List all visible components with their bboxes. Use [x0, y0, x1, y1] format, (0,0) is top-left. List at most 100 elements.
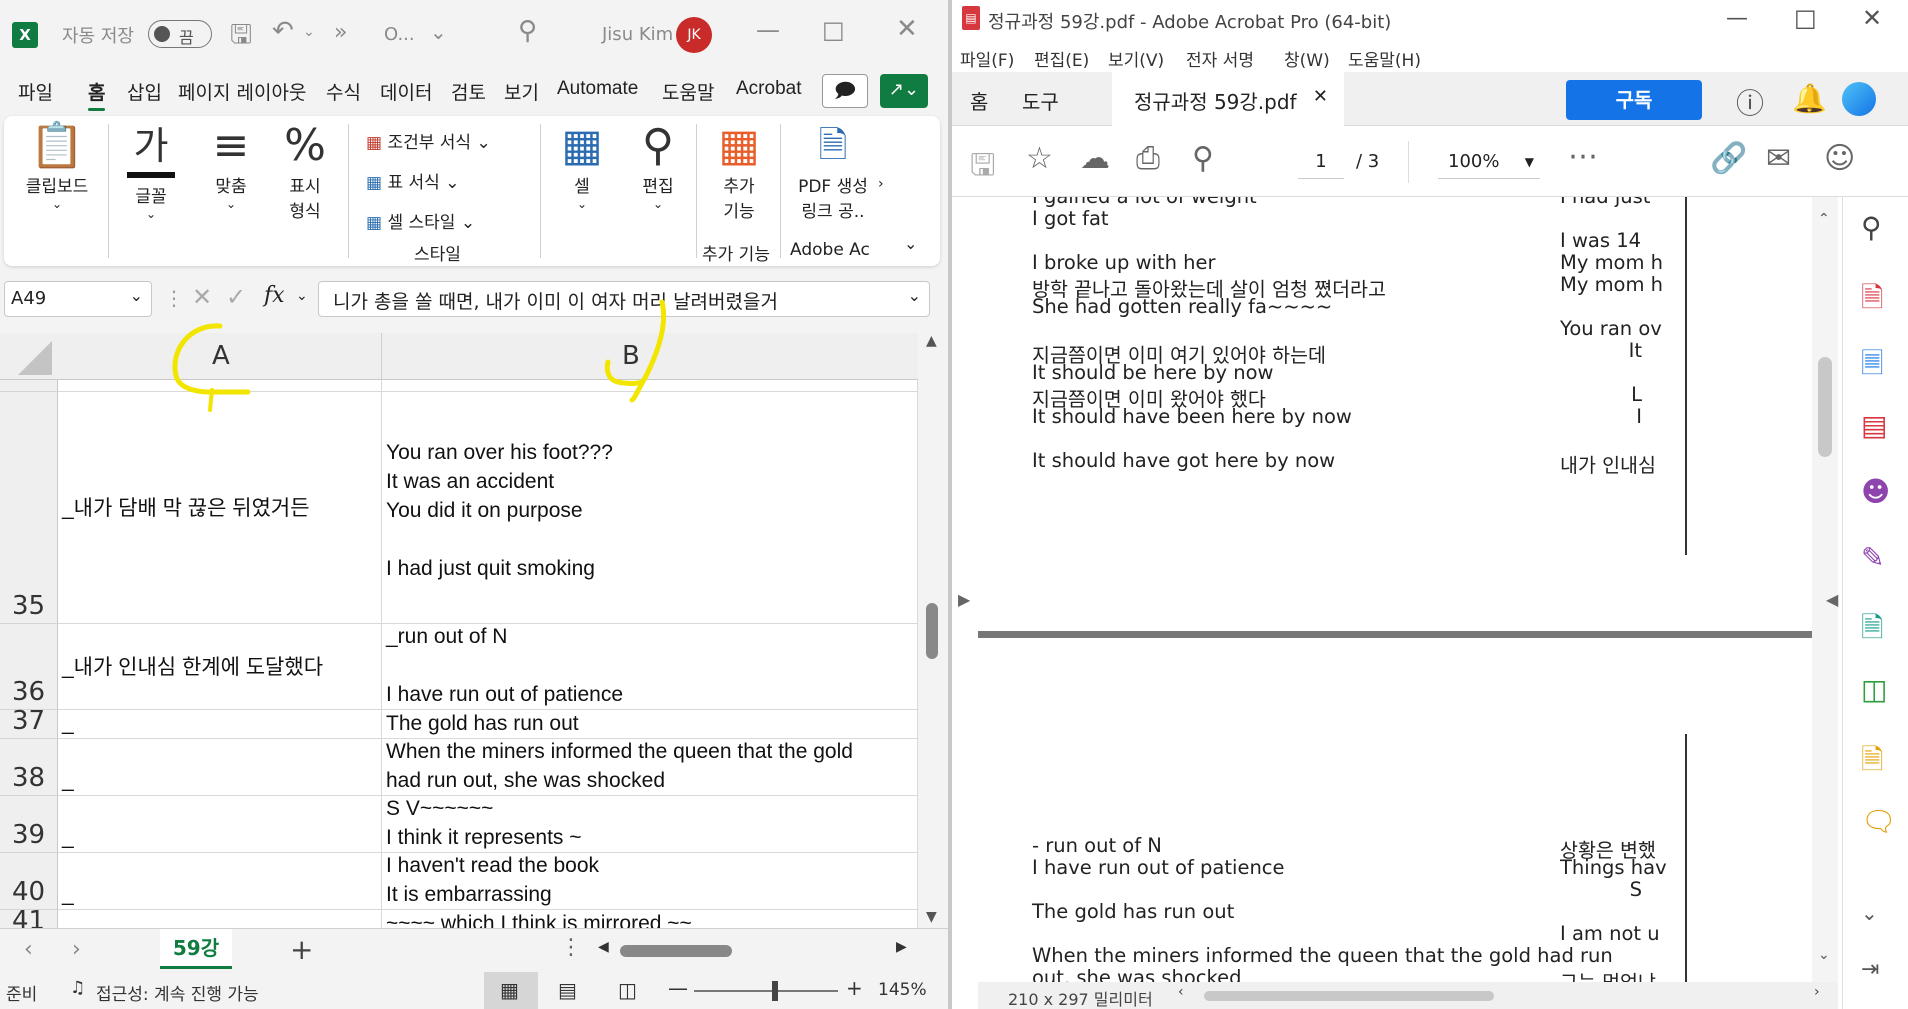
scroll-up-icon[interactable]: ▲: [926, 333, 937, 349]
prev-sheet-icon[interactable]: ‹: [24, 937, 33, 962]
save-icon[interactable]: 🖫: [970, 143, 996, 194]
tab-page-layout[interactable]: 페이지 레이아웃: [178, 78, 318, 105]
ribbon-expand-icon[interactable]: ⌄: [904, 234, 917, 253]
search-icon[interactable]: ⚲: [518, 16, 537, 46]
subscribe-button[interactable]: 구독: [1566, 80, 1702, 120]
scroll-up-icon[interactable]: ⌃: [1818, 211, 1830, 227]
avatar[interactable]: JK: [676, 17, 712, 53]
cell-a[interactable]: _내가 담배 막 끊은 뒤였거든: [58, 392, 382, 624]
tab-review[interactable]: 검토: [451, 78, 486, 105]
maximize-icon[interactable]: □: [1794, 4, 1817, 32]
name-box[interactable]: A49 ⌄: [4, 281, 152, 317]
zoom-slider[interactable]: [694, 990, 838, 992]
create-pdf-button[interactable]: 🗎 PDF 생성 링크 공..: [790, 120, 876, 222]
edit-pdf-icon[interactable]: 🗎: [1861, 739, 1884, 787]
select-all-corner[interactable]: [0, 333, 58, 380]
row-header[interactable]: 39: [0, 796, 58, 853]
row-header[interactable]: 41: [0, 906, 58, 928]
tab-help[interactable]: 도움말: [662, 78, 714, 105]
scroll-down-icon[interactable]: ▼: [926, 909, 937, 925]
row-header[interactable]: [0, 380, 58, 392]
tab-tools[interactable]: 도구: [1022, 86, 1059, 115]
menu-file[interactable]: 파일(F): [960, 46, 1014, 71]
close-tab-icon[interactable]: ✕: [1313, 86, 1328, 107]
zoom-level[interactable]: 145%: [878, 980, 927, 1000]
horizontal-scrollbar-thumb[interactable]: [620, 945, 732, 957]
horizontal-scrollbar-thumb[interactable]: [1204, 991, 1494, 1001]
request-signature-icon[interactable]: ☻: [1861, 475, 1890, 508]
tab-insert[interactable]: 삽입: [127, 78, 162, 105]
close-icon[interactable]: ✕: [1862, 4, 1882, 32]
minimize-icon[interactable]: —: [1726, 6, 1748, 31]
left-panel-toggle-icon[interactable]: ▶: [958, 590, 970, 609]
cell-b[interactable]: ~~~~ which I think is mirrored ~~: [382, 910, 918, 928]
cell-b[interactable]: The gold has run out: [382, 710, 918, 739]
tab-acrobat[interactable]: Acrobat: [736, 78, 801, 100]
compress-pdf-icon[interactable]: ◫: [1861, 673, 1887, 706]
minimize-icon[interactable]: —: [756, 16, 780, 44]
zoom-in-icon[interactable]: +: [846, 976, 863, 1000]
cell-b[interactable]: When the miners informed the queen that …: [382, 739, 918, 796]
ribbon-scroll-right-icon[interactable]: ›: [878, 176, 884, 192]
tab-view[interactable]: 보기: [504, 78, 539, 105]
clipboard-button[interactable]: 📋 클립보드 ⌄: [14, 120, 100, 211]
addins-button[interactable]: ▦ 추가 기능: [704, 120, 774, 222]
tab-formulas[interactable]: 수식: [326, 78, 361, 105]
row-header[interactable]: 37: [0, 706, 58, 739]
tab-home[interactable]: 홈: [970, 86, 988, 115]
share-link-icon[interactable]: 🔗: [1710, 141, 1747, 176]
page-layout-view-icon[interactable]: ▤: [558, 978, 577, 1002]
scrollbar-thumb[interactable]: [926, 603, 938, 659]
row-header[interactable]: 36: [0, 624, 58, 710]
table-format-button[interactable]: ▦ 표 서식 ⌄: [366, 168, 459, 193]
cell-b[interactable]: I haven't read the book It is embarrassin…: [382, 853, 918, 910]
align-button[interactable]: ≡ 맞춤 ⌄: [196, 120, 266, 211]
tab-data[interactable]: 데이터: [380, 78, 432, 105]
cells-button[interactable]: ▦ 셀 ⌄: [550, 120, 614, 211]
zoom-out-magnifier-icon[interactable]: ⚲: [1192, 141, 1214, 176]
create-pdf-icon[interactable]: 🗎: [1861, 277, 1884, 325]
font-button[interactable]: 가 글꼴 ⌄: [116, 120, 186, 221]
scroll-down-icon[interactable]: ⌄: [1818, 947, 1830, 963]
export-pdf-icon[interactable]: 🗎: [1861, 607, 1884, 655]
formula-expand-icon[interactable]: ⌄: [907, 286, 921, 305]
menu-view[interactable]: 보기(V): [1108, 46, 1164, 71]
document-name[interactable]: O...: [384, 24, 415, 45]
scroll-right-icon[interactable]: ▶: [896, 939, 907, 955]
cell-b[interactable]: S V~~~~~~ I think it represents ~: [382, 796, 918, 853]
cell-b[interactable]: _run out of N I have run out of patience: [382, 624, 918, 710]
cancel-icon[interactable]: ✕: [192, 283, 212, 311]
status-accessibility[interactable]: 접근성: 계속 진행 가능: [96, 980, 259, 1005]
menu-window[interactable]: 창(W): [1284, 46, 1330, 71]
confirm-icon[interactable]: ✓: [226, 283, 246, 311]
cell-style-button[interactable]: ▦ 셀 스타일 ⌄: [366, 208, 475, 233]
scroll-left-icon[interactable]: ‹: [1178, 984, 1184, 1000]
avatar[interactable]: [1842, 82, 1876, 116]
chevron-down-icon[interactable]: ⌄: [296, 288, 308, 304]
page-break-view-icon[interactable]: ◫: [618, 978, 637, 1002]
cell-a[interactable]: _: [58, 710, 382, 739]
menu-sign[interactable]: 전자 서명: [1186, 46, 1254, 71]
vertical-scrollbar[interactable]: ▲ ▼: [918, 333, 948, 928]
share-button[interactable]: ↗⌄: [880, 74, 928, 108]
conditional-format-button[interactable]: ▦ 조건부 서식 ⌄: [366, 128, 491, 153]
row-header[interactable]: 38: [0, 739, 58, 796]
more-commands-icon[interactable]: »: [334, 20, 347, 45]
comment-icon[interactable]: 🗨: [1861, 805, 1897, 838]
zoom-slider-handle[interactable]: [772, 981, 778, 1001]
undo-icon[interactable]: ↶: [272, 16, 294, 46]
collapse-panel-icon[interactable]: ⇥: [1861, 957, 1879, 982]
chevron-down-icon[interactable]: ⌄: [1861, 901, 1878, 925]
tab-split-icon[interactable]: ⋮: [560, 935, 582, 960]
fill-sign-icon[interactable]: ✎: [1861, 541, 1884, 574]
add-user-icon[interactable]: ☺: [1824, 141, 1855, 176]
bookmark-star-icon[interactable]: ☆: [1026, 141, 1053, 176]
cell-a[interactable]: _내가 인내심 한계에 도달했다: [58, 624, 382, 710]
row-header[interactable]: 40: [0, 853, 58, 910]
tab-automate[interactable]: Automate: [557, 78, 638, 100]
cell-a[interactable]: _: [58, 739, 382, 796]
worksheet-grid[interactable]: 35 _내가 담배 막 끊은 뒤였거든 You ran over his foot?…: [0, 380, 918, 928]
cell-a[interactable]: _: [58, 853, 382, 910]
cell-b[interactable]: You ran over his foot??? It was an accide…: [382, 392, 918, 624]
scroll-right-icon[interactable]: ›: [1814, 984, 1820, 1000]
